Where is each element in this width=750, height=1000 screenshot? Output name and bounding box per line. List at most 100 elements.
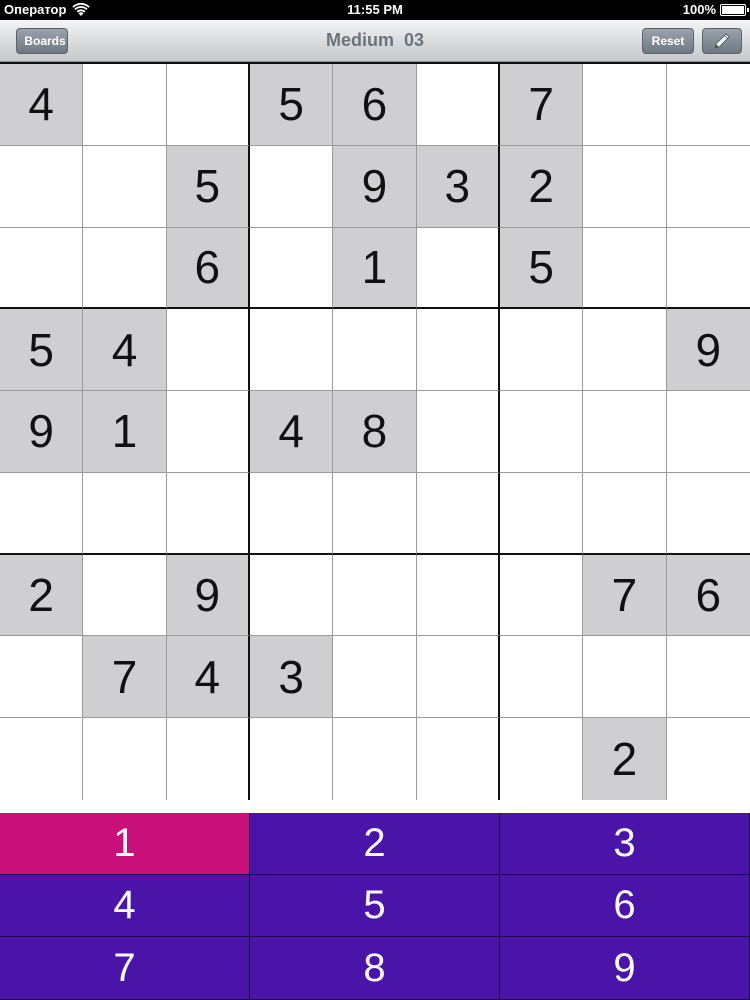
board-cell-r9c2[interactable] <box>83 718 167 800</box>
board-cell-r1c7[interactable]: 7 <box>499 64 584 146</box>
board-cell-r2c6[interactable]: 3 <box>416 145 500 228</box>
reset-label: Reset <box>651 34 685 48</box>
board-cell-r6c8[interactable] <box>583 472 667 555</box>
board-cell-r7c7[interactable] <box>499 554 584 637</box>
board-cell-r8c8[interactable] <box>583 636 667 719</box>
board-cell-r6c2[interactable] <box>83 472 167 555</box>
board-cell-r9c3[interactable] <box>166 718 250 800</box>
board-cell-r4c9[interactable]: 9 <box>666 309 750 392</box>
board-cell-r7c1[interactable]: 2 <box>0 554 84 637</box>
board-cell-r5c9[interactable] <box>666 391 750 473</box>
board-cell-r7c6[interactable] <box>416 554 500 637</box>
number-key-1[interactable]: 1 <box>0 813 250 875</box>
number-key-2[interactable]: 2 <box>250 813 500 875</box>
board-cell-r7c8[interactable]: 7 <box>583 554 667 637</box>
board-cell-r6c7[interactable] <box>499 472 584 555</box>
board-cell-r9c9[interactable] <box>666 718 750 800</box>
board-cell-r8c4[interactable]: 3 <box>249 636 334 719</box>
board-cell-r8c3[interactable]: 4 <box>166 636 250 719</box>
board-cell-r5c2[interactable]: 1 <box>83 391 167 473</box>
board-cell-r8c6[interactable] <box>416 636 500 719</box>
board-cell-r5c7[interactable] <box>499 391 584 473</box>
board-cell-r7c3[interactable]: 9 <box>166 554 250 637</box>
board-cell-r2c9[interactable] <box>666 145 750 228</box>
board-cell-r1c3[interactable] <box>166 64 250 146</box>
board-cell-r3c9[interactable] <box>666 227 750 310</box>
page-title: Medium 03 <box>325 30 425 50</box>
board-cell-r3c5[interactable]: 1 <box>333 227 417 310</box>
board-cell-r3c8[interactable] <box>583 227 667 310</box>
board-cell-r3c7[interactable]: 5 <box>499 227 584 310</box>
board-cell-r2c3[interactable]: 5 <box>166 145 250 228</box>
board-cell-r2c4[interactable] <box>249 145 334 228</box>
board-cell-r3c6[interactable] <box>416 227 500 310</box>
reset-button[interactable]: Reset <box>642 28 694 54</box>
board-cell-r8c9[interactable] <box>666 636 750 719</box>
board-cell-r1c4[interactable]: 5 <box>249 64 334 146</box>
board-cell-r9c6[interactable] <box>416 718 500 800</box>
board-cell-r6c3[interactable] <box>166 472 250 555</box>
board-cell-r2c1[interactable] <box>0 145 84 228</box>
edit-button[interactable] <box>702 28 742 54</box>
board-cell-r9c1[interactable] <box>0 718 84 800</box>
board-cell-r8c1[interactable] <box>0 636 84 719</box>
board-cell-r9c8[interactable]: 2 <box>583 718 667 800</box>
board-cell-r5c8[interactable] <box>583 391 667 473</box>
board-cell-r5c5[interactable]: 8 <box>333 391 417 473</box>
pencil-icon <box>714 33 730 49</box>
board-cell-r7c9[interactable]: 6 <box>666 554 750 637</box>
board-cell-r3c3[interactable]: 6 <box>166 227 250 310</box>
battery-icon <box>720 3 749 16</box>
board-cell-r4c8[interactable] <box>583 309 667 392</box>
number-key-8[interactable]: 8 <box>250 937 500 1000</box>
board-cell-r6c4[interactable] <box>249 472 334 555</box>
board-cell-r1c5[interactable]: 6 <box>333 64 417 146</box>
board-cell-r1c9[interactable] <box>666 64 750 146</box>
board-cell-r4c2[interactable]: 4 <box>83 309 167 392</box>
board-cell-r7c2[interactable] <box>83 554 167 637</box>
nav-bar: Boards Medium 03 Reset <box>0 20 750 62</box>
number-key-4[interactable]: 4 <box>0 875 250 937</box>
board-cell-r4c7[interactable] <box>499 309 584 392</box>
board-cell-r4c5[interactable] <box>333 309 417 392</box>
status-time: 11:55 PM <box>347 2 403 17</box>
board-cell-r6c1[interactable] <box>0 472 84 555</box>
board-cell-r5c4[interactable]: 4 <box>249 391 334 473</box>
board-cell-r3c4[interactable] <box>249 227 334 310</box>
board-cell-r1c6[interactable] <box>416 64 500 146</box>
board-cell-r3c2[interactable] <box>83 227 167 310</box>
board-cell-r9c7[interactable] <box>499 718 584 800</box>
status-bar: Оператор 11:55 PM 100% <box>0 0 750 20</box>
board-cell-r3c1[interactable] <box>0 227 84 310</box>
number-key-3[interactable]: 3 <box>500 813 750 875</box>
board-cell-r4c3[interactable] <box>166 309 250 392</box>
board-cell-r1c1[interactable]: 4 <box>0 64 84 146</box>
board-cell-r1c2[interactable] <box>83 64 167 146</box>
board-cell-r8c2[interactable]: 7 <box>83 636 167 719</box>
board-cell-r4c4[interactable] <box>249 309 334 392</box>
board-cell-r4c1[interactable]: 5 <box>0 309 84 392</box>
board-cell-r2c8[interactable] <box>583 145 667 228</box>
board-cell-r9c4[interactable] <box>249 718 334 800</box>
number-key-6[interactable]: 6 <box>500 875 750 937</box>
board-cell-r9c5[interactable] <box>333 718 417 800</box>
board-cell-r2c2[interactable] <box>83 145 167 228</box>
board-cell-r6c6[interactable] <box>416 472 500 555</box>
board-cell-r7c5[interactable] <box>333 554 417 637</box>
board-cell-r5c6[interactable] <box>416 391 500 473</box>
board-cell-r6c5[interactable] <box>333 472 417 555</box>
board-cell-r5c3[interactable] <box>166 391 250 473</box>
board-cell-r4c6[interactable] <box>416 309 500 392</box>
board-cell-r5c1[interactable]: 9 <box>0 391 84 473</box>
board-cell-r2c7[interactable]: 2 <box>499 145 584 228</box>
board-cell-r8c7[interactable] <box>499 636 584 719</box>
board-cell-r1c8[interactable] <box>583 64 667 146</box>
board-cell-r7c4[interactable] <box>249 554 334 637</box>
board-cell-r8c5[interactable] <box>333 636 417 719</box>
sudoku-board: 45675932615549914829767432 <box>0 62 750 800</box>
number-key-5[interactable]: 5 <box>250 875 500 937</box>
number-key-7[interactable]: 7 <box>0 937 250 1000</box>
board-cell-r6c9[interactable] <box>666 472 750 555</box>
board-cell-r2c5[interactable]: 9 <box>333 145 417 228</box>
number-key-9[interactable]: 9 <box>500 937 750 1000</box>
